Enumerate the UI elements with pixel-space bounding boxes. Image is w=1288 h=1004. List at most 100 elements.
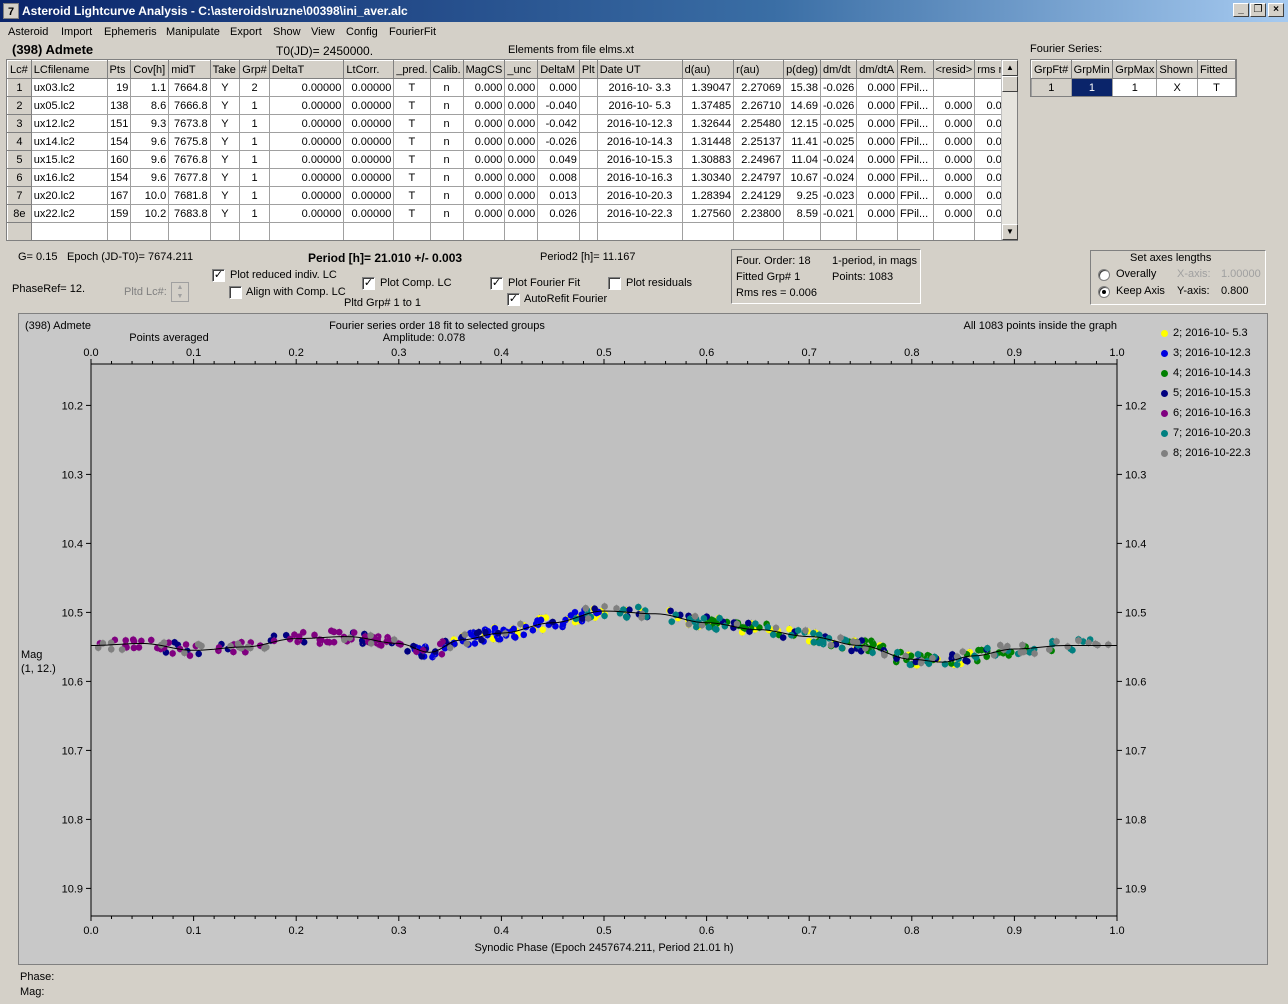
table-cell[interactable]: Y <box>209 96 241 115</box>
table-cell[interactable]: T <box>393 204 431 223</box>
table-cell[interactable] <box>30 222 108 240</box>
table-cell[interactable]: 1.27560 <box>681 204 735 223</box>
table-cell[interactable] <box>429 222 464 240</box>
table-cell[interactable]: -0.042 <box>537 114 580 133</box>
table-cell[interactable]: ux05.lc2 <box>30 96 108 115</box>
table-cell[interactable]: -0.026 <box>820 78 858 97</box>
table-cell[interactable] <box>462 222 506 240</box>
table-cell[interactable]: 0.00000 <box>268 78 345 97</box>
fourier-col-header[interactable]: GrpMax <box>1112 60 1158 79</box>
table-cell[interactable] <box>897 222 934 240</box>
table-cell[interactable]: 9.6 <box>130 150 170 169</box>
table-cell[interactable]: 2.25137 <box>733 132 785 151</box>
table-cell[interactable]: n <box>429 78 464 97</box>
table-cell[interactable]: 12.15 <box>783 114 822 133</box>
app-icon[interactable]: 7 <box>3 3 19 19</box>
table-cell[interactable]: 0.00000 <box>268 168 345 187</box>
table-cell[interactable]: 1 <box>239 132 270 151</box>
lc-col-header[interactable]: _unc <box>504 60 539 79</box>
restore-button[interactable]: ❐ <box>1250 3 1266 17</box>
period-label[interactable]: Period [h]= 21.010 +/- 0.003 <box>308 251 462 265</box>
table-cell[interactable]: 0.00000 <box>268 114 345 133</box>
table-cell[interactable]: n <box>429 96 464 115</box>
xaxis-value[interactable]: 1.00000 <box>1221 268 1261 280</box>
table-cell[interactable]: 7675.8 <box>168 132 211 151</box>
table-cell[interactable]: 1.30340 <box>681 168 735 187</box>
table-cell[interactable]: 2016-10-14.3 <box>596 132 683 151</box>
plot-fourier-checkbox[interactable]: ✓ <box>490 277 503 290</box>
table-cell[interactable] <box>578 150 598 169</box>
lightcurve-chart[interactable]: 0.0 0.0 0.1 0.1 0.2 0.2 0.3 0.3 0.4 0.4 0.5 0.5 0.6 0… <box>19 314 1269 966</box>
table-cell[interactable]: ux16.lc2 <box>30 168 108 187</box>
lc-col-header[interactable]: Calib. <box>429 60 464 79</box>
table-cell[interactable]: 2016-10- 3.3 <box>596 78 683 97</box>
lc-col-header[interactable]: midT <box>168 60 211 79</box>
table-cell[interactable] <box>932 222 976 240</box>
table-cell[interactable]: -0.026 <box>820 96 858 115</box>
row-header[interactable]: 4 <box>7 132 32 151</box>
table-cell[interactable]: 151 <box>106 114 132 133</box>
menu-show[interactable]: Show <box>273 26 301 38</box>
table-cell[interactable]: 10.67 <box>783 168 822 187</box>
lc-col-header[interactable]: Date UT <box>596 60 683 79</box>
table-cell[interactable]: 0.000 <box>856 150 899 169</box>
table-cell[interactable]: 2016-10-15.3 <box>596 150 683 169</box>
row-header[interactable]: 7 <box>7 186 32 205</box>
table-cell[interactable]: 10.2 <box>130 204 170 223</box>
table-cell[interactable] <box>578 96 598 115</box>
table-cell[interactable]: 8.59 <box>783 204 822 223</box>
table-cell[interactable]: 11.04 <box>783 150 822 169</box>
table-cell[interactable]: ux03.lc2 <box>30 78 108 97</box>
table-row[interactable]: 1 ux03.lc2 19 1.1 7664.8 Y 2 0.00000 0.00000 Tn 0.… <box>7 78 1017 97</box>
table-cell[interactable]: 7664.8 <box>168 78 211 97</box>
pltd-lc-spinner[interactable]: ▲ ▼ <box>171 282 189 302</box>
menu-asteroid[interactable]: Asteroid <box>8 26 48 38</box>
keep-axis-radio[interactable] <box>1098 286 1110 298</box>
table-cell[interactable]: 0.00000 <box>343 168 395 187</box>
table-cell[interactable]: FPil... <box>897 150 934 169</box>
row-header[interactable] <box>7 222 32 240</box>
table-cell[interactable]: 0.000 <box>504 114 539 133</box>
table-cell[interactable]: 1 <box>239 114 270 133</box>
table-cell[interactable]: -0.025 <box>820 132 858 151</box>
table-cell[interactable]: FPil... <box>897 132 934 151</box>
table-cell[interactable] <box>783 222 822 240</box>
table-cell[interactable]: 0.000 <box>504 168 539 187</box>
table-cell[interactable]: 1 <box>239 150 270 169</box>
table-cell[interactable]: 2.25480 <box>733 114 785 133</box>
table-cell[interactable]: 7673.8 <box>168 114 211 133</box>
table-cell[interactable]: 0.000 <box>462 186 506 205</box>
table-cell[interactable] <box>733 222 785 240</box>
table-cell[interactable]: 2.24797 <box>733 168 785 187</box>
table-cell[interactable]: Y <box>209 204 241 223</box>
plot-residuals-checkbox[interactable] <box>608 277 621 290</box>
table-cell[interactable]: 7681.8 <box>168 186 211 205</box>
table-cell[interactable]: 14.69 <box>783 96 822 115</box>
lc-col-header[interactable]: Plt <box>578 60 598 79</box>
table-cell[interactable]: 0.000 <box>856 204 899 223</box>
table-cell[interactable] <box>578 186 598 205</box>
table-cell[interactable]: 1.1 <box>130 78 170 97</box>
scroll-thumb[interactable] <box>1002 76 1018 92</box>
table-cell[interactable] <box>578 78 598 97</box>
menu-fourierfit[interactable]: FourierFit <box>389 26 436 38</box>
table-cell[interactable]: -0.021 <box>820 204 858 223</box>
table-cell[interactable]: 0.000 <box>932 150 976 169</box>
table-cell[interactable]: 2016-10- 5.3 <box>596 96 683 115</box>
table-cell[interactable]: 167 <box>106 186 132 205</box>
fourier-col-header[interactable]: GrpMin <box>1070 60 1114 79</box>
table-cell[interactable]: T <box>393 78 431 97</box>
table-cell[interactable]: FPil... <box>897 204 934 223</box>
fourier-col-header[interactable]: Fitted <box>1196 60 1236 79</box>
table-cell[interactable]: 0.000 <box>462 78 506 97</box>
table-cell[interactable] <box>596 222 683 240</box>
row-header[interactable]: 2 <box>7 96 32 115</box>
table-cell[interactable]: 0.000 <box>932 168 976 187</box>
table-cell[interactable]: 0.000 <box>462 168 506 187</box>
table-cell[interactable]: 0.000 <box>856 96 899 115</box>
table-cell[interactable]: 0.000 <box>504 186 539 205</box>
menu-view[interactable]: View <box>311 26 335 38</box>
table-cell[interactable]: 159 <box>106 204 132 223</box>
row-header[interactable]: 5 <box>7 150 32 169</box>
row-header[interactable]: 3 <box>7 114 32 133</box>
